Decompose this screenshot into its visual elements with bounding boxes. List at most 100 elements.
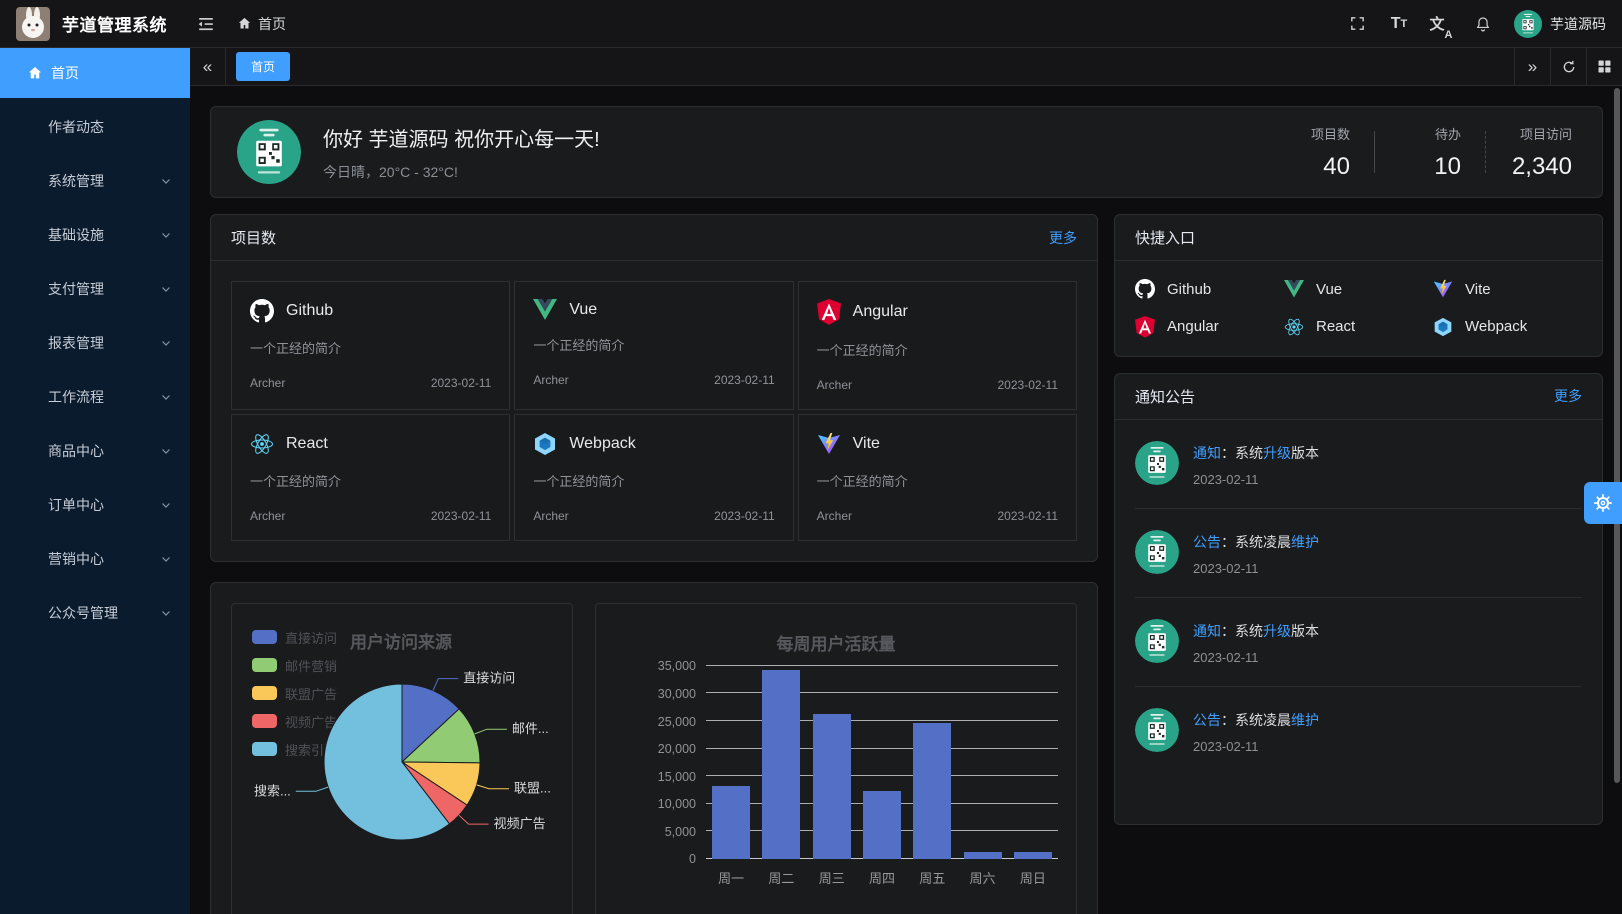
notice-item[interactable]: 通知：系统升级版本2023-02-11 (1135, 597, 1582, 686)
sidebar-item-label: 营销中心 (48, 549, 104, 569)
quick-link-webpack[interactable]: Webpack (1433, 316, 1582, 338)
notice-title: 公告：系统凌晨维护 (1193, 532, 1319, 552)
notice-date: 2023-02-11 (1193, 650, 1319, 665)
notice-item[interactable]: 通知：系统升级版本 2023-02-11 (1135, 420, 1582, 508)
project-card-vite[interactable]: Vite一个正经的简介Archer2023-02-11 (798, 414, 1077, 541)
project-author: Archer (817, 509, 852, 523)
scrollbar[interactable] (1614, 88, 1620, 783)
project-name: Vite (853, 435, 880, 453)
chevron-down-icon (160, 229, 172, 241)
project-card-github[interactable]: Github一个正经的简介Archer2023-02-11 (231, 281, 510, 410)
bar[interactable] (964, 852, 1002, 859)
pie-chart-canvas[interactable]: 直接访问邮件...联盟...视频广告搜索... (232, 604, 574, 914)
pie-label: 直接访问 (463, 671, 515, 686)
sidebar-item-label: 订单中心 (48, 495, 104, 515)
pie-label: 联盟... (514, 781, 551, 796)
bar[interactable] (863, 791, 901, 859)
project-author: Archer (250, 376, 285, 390)
project-desc: 一个正经的简介 (817, 340, 1058, 359)
quick-link-vite[interactable]: Vite (1433, 279, 1582, 299)
quick-link-react[interactable]: React (1284, 316, 1433, 338)
quick-link-vue[interactable]: Vue (1284, 279, 1433, 299)
settings-button[interactable] (1584, 482, 1622, 524)
bar-chart-title: 每周用户活跃量 (596, 630, 1076, 655)
user-qr-avatar (237, 120, 301, 184)
sidebar-item-label: 商品中心 (48, 441, 104, 461)
bar[interactable] (762, 670, 800, 859)
gear-icon (1593, 493, 1613, 513)
breadcrumb[interactable]: 首页 (237, 14, 286, 34)
y-axis-tick: 5,000 (665, 825, 696, 839)
tabs-scroll-left-button[interactable]: « (190, 48, 226, 86)
bar-chart-plot-area[interactable]: 05,00010,00015,00020,00025,00030,00035,0… (706, 666, 1058, 859)
bar[interactable] (1014, 852, 1052, 859)
fullscreen-icon[interactable] (1340, 7, 1374, 41)
sidebar-item-product[interactable]: 商品中心 (0, 426, 190, 476)
charts-card: 用户访问来源 直接访问邮件营销联盟广告视频广告搜索引擎 直接访问邮件...联盟.… (210, 582, 1098, 914)
divider (1485, 131, 1486, 173)
notice-item[interactable]: 公告：系统凌晨维护 2023-02-11 (1135, 508, 1582, 597)
github-icon (1135, 279, 1155, 299)
project-card-angular[interactable]: Angular一个正经的简介Archer2023-02-11 (798, 281, 1077, 410)
react-icon (250, 432, 274, 456)
sidebar-item-report[interactable]: 报表管理 (0, 318, 190, 368)
quick-link-github[interactable]: Github (1135, 279, 1284, 299)
sidebar-item-label: 首页 (51, 63, 79, 83)
top-navbar: 芋道管理系统 首页 TT 文A 芋道源码 (0, 0, 1622, 48)
notice-date: 2023-02-11 (1193, 739, 1319, 754)
notice-item[interactable]: 公告：系统凌晨维护2023-02-11 (1135, 686, 1582, 775)
tab-options-grid-icon[interactable] (1586, 48, 1622, 86)
sidebar-item-label: 支付管理 (48, 279, 104, 299)
divider (1374, 131, 1375, 173)
chevron-down-icon (160, 553, 172, 565)
project-name: Angular (853, 303, 908, 321)
vite-icon (817, 432, 841, 456)
sidebar-item-order[interactable]: 订单中心 (0, 480, 190, 530)
menu-fold-icon[interactable] (193, 11, 219, 37)
project-card-webpack[interactable]: Webpack一个正经的简介Archer2023-02-11 (514, 414, 793, 541)
vue-icon (533, 299, 557, 320)
bar[interactable] (913, 723, 951, 859)
pie-label: 邮件... (512, 721, 549, 736)
project-desc: 一个正经的简介 (250, 338, 491, 357)
user-menu[interactable]: 芋道源码 (1514, 10, 1606, 38)
notification-bell-icon[interactable] (1466, 7, 1500, 41)
bar-column (857, 666, 907, 859)
project-card-vue[interactable]: Vue一个正经的简介Archer2023-02-11 (514, 281, 793, 410)
sidebar-item-promotion[interactable]: 营销中心 (0, 534, 190, 584)
language-icon[interactable]: 文A (1424, 7, 1458, 41)
angular-icon (817, 299, 841, 325)
font-size-icon[interactable]: TT (1382, 7, 1416, 41)
projects-card: 项目数 更多 Github一个正经的简介Archer2023-02-11Vue一… (210, 214, 1098, 562)
project-name: Webpack (569, 435, 635, 453)
project-desc: 一个正经的简介 (533, 335, 774, 354)
sidebar-item-system[interactable]: 系统管理 (0, 156, 190, 206)
sidebar-item-mp[interactable]: 公众号管理 (0, 588, 190, 638)
x-axis-label: 周一 (706, 868, 756, 887)
sidebar-item-author-news[interactable]: 作者动态 (0, 102, 190, 152)
bar[interactable] (813, 714, 851, 859)
quick-link-angular[interactable]: Angular (1135, 316, 1284, 338)
sidebar-item-infra[interactable]: 基础设施 (0, 210, 190, 260)
bar[interactable] (712, 786, 750, 859)
y-axis-tick: 25,000 (658, 715, 696, 729)
sidebar-item-workflow[interactable]: 工作流程 (0, 372, 190, 422)
project-card-react[interactable]: React一个正经的简介Archer2023-02-11 (231, 414, 510, 541)
tab-home[interactable]: 首页 (236, 52, 290, 81)
notice-card-title: 通知公告 (1135, 386, 1195, 407)
sidebar-item-home[interactable]: 首页 (0, 48, 190, 98)
project-date: 2023-02-11 (431, 376, 492, 390)
stat-projects: 项目数40 (1288, 124, 1350, 181)
tabs-scroll-right-button[interactable]: » (1514, 48, 1550, 86)
notice-avatar (1135, 441, 1179, 485)
projects-more-link[interactable]: 更多 (1049, 228, 1077, 248)
notice-title: 通知：系统升级版本 (1193, 443, 1319, 463)
notice-date: 2023-02-11 (1193, 472, 1319, 487)
sidebar-item-pay[interactable]: 支付管理 (0, 264, 190, 314)
pie-chart-user-source[interactable]: 用户访问来源 直接访问邮件营销联盟广告视频广告搜索引擎 直接访问邮件...联盟.… (231, 603, 573, 914)
github-icon (250, 299, 274, 323)
notice-date: 2023-02-11 (1193, 561, 1319, 576)
notices-more-link[interactable]: 更多 (1554, 386, 1582, 406)
refresh-icon[interactable] (1550, 48, 1586, 86)
bar-chart-weekly-activity[interactable]: 每周用户活跃量 05,00010,00015,00020,00025,00030… (595, 603, 1077, 914)
